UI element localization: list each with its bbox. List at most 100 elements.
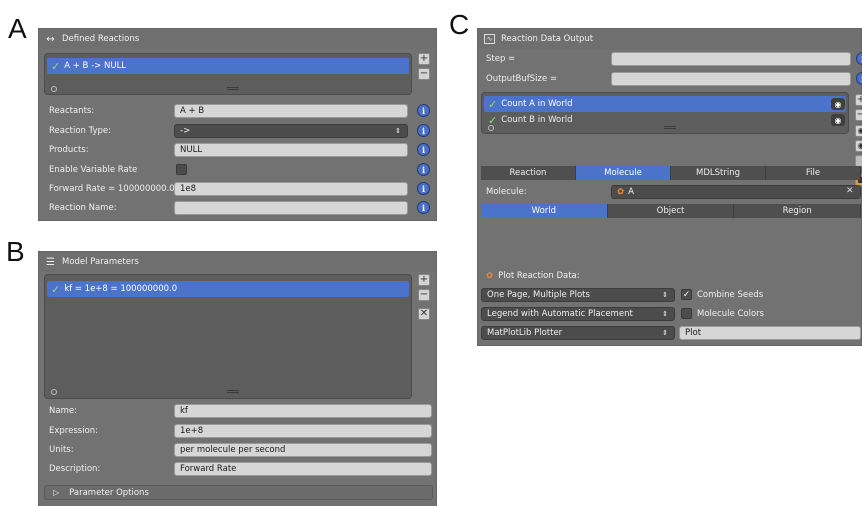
resize-dot-icon[interactable] (488, 125, 494, 131)
list-item-label: Count A in World (501, 99, 573, 109)
output-type-tabs: Reaction Molecule MDLString File (481, 166, 861, 180)
info-icon[interactable]: i (417, 124, 430, 137)
description-field[interactable]: Forward Rate (174, 462, 432, 476)
plot-reaction-data-heading: ✿ Plot Reaction Data: (486, 269, 580, 283)
eye-icon[interactable]: ◉ (831, 98, 845, 110)
parameters-list: ✓ kf = 1e+8 = 100000000.0 (44, 274, 412, 399)
reaction-arrows-icon: ↔ (46, 33, 55, 45)
resize-dot-icon[interactable] (51, 389, 57, 395)
expression-field[interactable]: 1e+8 (174, 424, 432, 438)
tab-region[interactable]: Region (734, 204, 862, 218)
parameter-options-subpanel[interactable]: ▷ Parameter Options (44, 485, 433, 500)
list-resize-grip[interactable] (664, 126, 676, 129)
list-resize-grip[interactable] (227, 87, 239, 90)
units-field[interactable]: per molecule per second (174, 443, 432, 457)
panel-header[interactable]: ☰ Model Parameters (39, 252, 436, 272)
reaction-type-value: -> (180, 126, 191, 136)
info-icon[interactable]: i (417, 182, 430, 195)
expression-label: Expression: (49, 426, 99, 436)
molecule-icon: ✿ (617, 187, 625, 197)
name-label: Name: (49, 406, 77, 416)
reaction-data-output-panel: ∿ Reaction Data Output Step = i OutputBu… (477, 28, 862, 346)
figure-label-a: A (8, 13, 27, 44)
combine-seeds-checkbox[interactable]: ✓ (681, 289, 692, 300)
legend-select[interactable]: Legend with Automatic Placement ⇕ (481, 307, 675, 321)
move-up-button[interactable]: ◉ (855, 140, 862, 152)
triangle-right-icon: ▷ (53, 488, 60, 497)
plot-icon: ✿ (486, 271, 494, 281)
info-icon[interactable]: i (856, 72, 862, 85)
reaction-name-field[interactable] (174, 201, 408, 215)
variable-rate-label: Enable Variable Rate (49, 165, 138, 175)
panel-header[interactable]: ∿ Reaction Data Output (478, 29, 861, 49)
products-label: Products: (49, 145, 89, 155)
add-output-button[interactable]: + (855, 94, 862, 106)
remove-output-button[interactable]: − (855, 109, 862, 121)
units-label: Units: (49, 445, 74, 455)
list-item[interactable]: ✓ Count A in World (484, 96, 846, 112)
page-layout-select[interactable]: One Page, Multiple Plots ⇕ (481, 288, 675, 302)
parameters-icon: ☰ (46, 256, 55, 268)
molecule-field[interactable]: ✿ A (611, 185, 861, 199)
page-layout-value: One Page, Multiple Plots (487, 290, 590, 300)
forward-rate-label: Forward Rate = 100000000.0 (49, 184, 175, 194)
clear-molecule-icon[interactable]: ✕ (846, 186, 854, 196)
add-reaction-button[interactable]: + (418, 53, 430, 65)
outbuf-field[interactable] (611, 72, 851, 86)
delete-all-button[interactable]: ✕ (418, 308, 430, 320)
reactants-field[interactable]: A + B (174, 104, 408, 118)
panel-title: Reaction Data Output (501, 34, 594, 44)
variable-rate-checkbox[interactable] (176, 164, 187, 175)
plotter-select[interactable]: MatPlotLib Plotter ⇕ (481, 326, 675, 340)
molecule-value: A (628, 187, 634, 197)
list-item[interactable]: ✓ kf = 1e+8 = 100000000.0 (47, 281, 409, 297)
tab-object[interactable]: Object (607, 204, 735, 218)
checkmark-icon: ✓ (51, 59, 61, 73)
info-icon[interactable]: i (856, 52, 862, 65)
tab-world[interactable]: World (481, 204, 608, 218)
reaction-name-label: Reaction Name: (49, 203, 117, 213)
info-icon[interactable]: i (417, 104, 430, 117)
molecule-colors-label: Molecule Colors (697, 309, 765, 319)
reaction-type-select[interactable]: -> ⇕ (174, 124, 408, 138)
reactions-list: ✓ A + B -> NULL (44, 53, 412, 95)
molecule-colors-checkbox[interactable] (681, 308, 692, 319)
plot-button[interactable]: Plot (679, 326, 861, 340)
eye-icon[interactable]: ◉ (831, 114, 845, 126)
checkmark-icon: ✓ (51, 282, 61, 296)
panel-title: Defined Reactions (62, 34, 140, 44)
forward-rate-field[interactable]: 1e8 (174, 182, 408, 196)
updown-arrows-icon: ⇕ (662, 310, 668, 318)
updown-arrows-icon: ⇕ (662, 329, 668, 337)
list-item[interactable]: ✓ A + B -> NULL (47, 58, 409, 74)
tab-file[interactable]: File (766, 166, 861, 180)
plotter-value: MatPlotLib Plotter (487, 328, 563, 338)
model-parameters-panel: ☰ Model Parameters ✓ kf = 1e+8 = 1000000… (38, 251, 437, 506)
combine-seeds-label: Combine Seeds (697, 290, 764, 300)
panel-header[interactable]: ↔ Defined Reactions (39, 29, 436, 49)
list-item[interactable]: ✓ Count B in World (484, 112, 573, 128)
info-icon[interactable]: i (417, 163, 430, 176)
name-field[interactable]: kf (174, 404, 432, 418)
info-icon[interactable]: i (417, 201, 430, 214)
parameter-options-label: Parameter Options (69, 487, 149, 498)
outbuf-label: OutputBufSize = (486, 74, 558, 84)
add-parameter-button[interactable]: + (418, 274, 430, 286)
products-field[interactable]: NULL (174, 143, 408, 157)
remove-parameter-button[interactable]: − (418, 289, 430, 301)
tab-reaction[interactable]: Reaction (481, 166, 576, 180)
legend-value: Legend with Automatic Placement (487, 309, 633, 319)
checkmark-icon: ✓ (488, 97, 498, 111)
list-resize-grip[interactable] (227, 390, 239, 393)
info-icon[interactable]: i (417, 143, 430, 156)
step-field[interactable] (611, 52, 851, 66)
resize-dot-icon[interactable] (51, 86, 57, 92)
tab-mdlstring[interactable]: MDLString (671, 166, 766, 180)
toggle-all-button[interactable]: ◉ (855, 125, 862, 137)
output-list: ✓ Count A in World ◉ ✓ Count B in World … (481, 92, 849, 134)
remove-reaction-button[interactable]: − (418, 68, 430, 80)
plot-label: Plot Reaction Data: (498, 271, 580, 281)
molecule-label: Molecule: (486, 187, 527, 197)
reaction-type-label: Reaction Type: (49, 126, 112, 136)
tab-molecule[interactable]: Molecule (576, 166, 671, 180)
